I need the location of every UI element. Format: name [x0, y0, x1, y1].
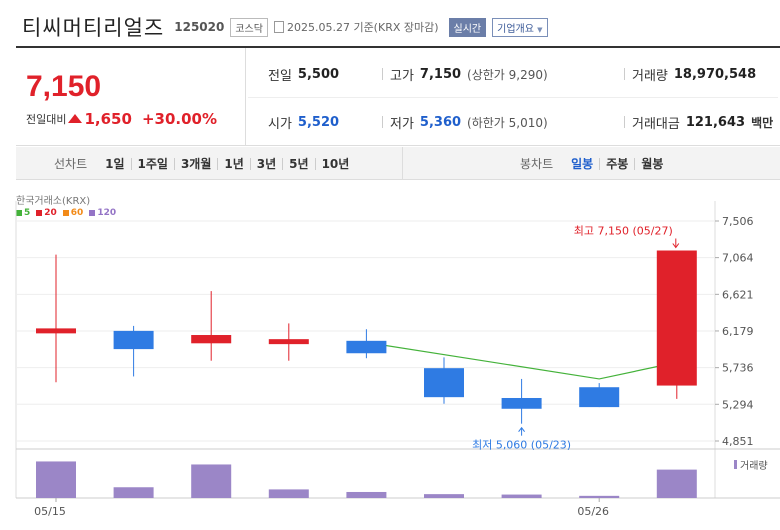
volume-bar [36, 461, 76, 498]
change-percent: +30.00% [141, 110, 217, 128]
stock-header: 티씨머티리얼즈 125020 코스닥 2025.05.27 기준(KRX 장마감… [22, 12, 548, 42]
volume-bar [656, 469, 697, 498]
low-price: 저가 5,360 (하한가 5,010) [390, 112, 548, 132]
price-change: 전일대비 1,650 +30.00% [26, 110, 217, 128]
prev-close: 전일 5,500 [268, 64, 339, 84]
prev-close-label: 전일 [268, 68, 292, 84]
date-text: 2025.05.27 기준(KRX 장마감) [286, 21, 439, 34]
volume-bar [113, 487, 154, 498]
change-value: 1,650 [84, 110, 132, 128]
upper-limit: (상한가 9,290) [467, 67, 548, 82]
open-label: 시가 [268, 116, 292, 132]
up-arrow-icon [68, 113, 83, 123]
high-label: 고가 [390, 68, 414, 84]
date-info: 2025.05.27 기준(KRX 장마감) [273, 19, 439, 35]
candle-body [346, 340, 387, 354]
candle-body [579, 387, 620, 408]
candle-body [424, 368, 464, 398]
period-1d[interactable]: 1일 [99, 158, 130, 170]
current-price-box: 7,150 전일대비 1,650 +30.00% [16, 48, 246, 146]
volume-bar [501, 494, 542, 498]
low-label: 저가 [390, 116, 414, 132]
chart-canvas: 7,506 7,064 6,621 6,179 5,736 5,294 4,851 최고 7,… [15, 201, 780, 518]
y-tick-label: 4,851 [722, 435, 754, 448]
document-icon [273, 21, 284, 33]
y-tick-label: 5,294 [722, 398, 754, 411]
high-price: 고가 7,150 (상한가 9,290) [390, 64, 548, 84]
candle-body [113, 330, 154, 350]
candle-body [191, 335, 232, 344]
y-tick-label: 5,736 [722, 362, 754, 375]
y-tick-label: 7,506 [722, 215, 754, 228]
candlestick-chart: 한국거래소(KRX) 5 20 60 120 7,506 7,064 6,621 6,… [0, 180, 780, 530]
line-chart-label: 선차트 [54, 157, 88, 171]
stock-code: 125020 [174, 20, 225, 34]
high-value: 7,150 [419, 66, 462, 82]
volume-label: 거래량 [632, 68, 668, 84]
volume-bar [268, 489, 309, 498]
ma5-line [366, 341, 677, 380]
candle-body [656, 250, 697, 386]
period-3y[interactable]: 3년 [249, 157, 282, 170]
y-tick-label: 7,064 [722, 252, 754, 265]
x-tick-label: 05/26 [577, 505, 609, 518]
y-tick-label: 6,621 [722, 288, 754, 301]
quote-grid: 전일 5,500 고가 7,150 (상한가 9,290) 거래량 18,970… [248, 48, 778, 146]
candle-monthly[interactable]: 월봉 [634, 157, 669, 170]
open-price: 시가 5,520 [268, 112, 339, 132]
amount-label: 거래대금 [632, 116, 680, 132]
volume-bar [579, 495, 620, 498]
candle-body [36, 328, 76, 334]
prev-close-value: 5,500 [297, 66, 340, 82]
volume-bar [346, 491, 387, 498]
high-annotation: 최고 7,150 (05/27) [574, 224, 673, 237]
period-1y[interactable]: 1년 [217, 157, 249, 170]
volume: 거래량 18,970,548 [632, 64, 756, 84]
candle-chart-label: 봉차트 [520, 157, 554, 171]
period-10y[interactable]: 10년 [314, 157, 356, 170]
candle-weekly[interactable]: 주봉 [599, 157, 634, 170]
period-3m[interactable]: 3개월 [173, 157, 217, 170]
volume-bar [191, 464, 232, 498]
trade-amount: 거래대금 121,643 백만 [632, 112, 773, 132]
chart-toolbar: 선차트 1일 1주일 3개월 1년 3년 5년 10년 봉차트 일봉 주봉 월봉 [16, 147, 780, 180]
candle-daily[interactable]: 일봉 [565, 158, 599, 170]
volume-value: 18,970,548 [673, 66, 757, 82]
amount-value: 121,643 [685, 114, 746, 130]
volume-legend-swatch [734, 460, 737, 469]
x-tick-label: 05/15 [34, 505, 66, 518]
realtime-button[interactable]: 실시간 [448, 17, 487, 37]
candle-body [501, 397, 542, 409]
current-price: 7,150 [26, 70, 102, 103]
price-summary: 7,150 전일대비 1,650 +30.00% 전일 5,500 고가 7,1… [16, 46, 780, 146]
low-annotation: 최저 5,060 (05/23) [472, 439, 571, 452]
candle-chart-periods: 봉차트 일봉 주봉 월봉 [520, 147, 669, 180]
y-tick-label: 6,179 [722, 325, 754, 338]
amount-unit: 백만 [751, 115, 774, 130]
period-5y[interactable]: 5년 [282, 157, 314, 170]
change-label: 전일대비 [26, 113, 67, 126]
period-1w[interactable]: 1주일 [130, 157, 174, 170]
lower-limit: (하한가 5,010) [467, 115, 548, 130]
low-value: 5,360 [419, 114, 462, 130]
chevron-down-icon: ▼ [537, 25, 543, 34]
line-chart-periods: 선차트 1일 1주일 3개월 1년 3년 5년 10년 [54, 147, 355, 180]
volume-legend-label: 거래량 [740, 460, 768, 472]
stock-name: 티씨머티리얼즈 [22, 16, 165, 40]
volume-bar [424, 494, 464, 498]
open-value: 5,520 [297, 114, 340, 130]
candle-body [268, 339, 309, 345]
company-overview-label: 기업개요 [497, 23, 534, 35]
market-badge: 코스닥 [230, 17, 268, 37]
company-overview-dropdown[interactable]: 기업개요 ▼ [492, 17, 548, 37]
